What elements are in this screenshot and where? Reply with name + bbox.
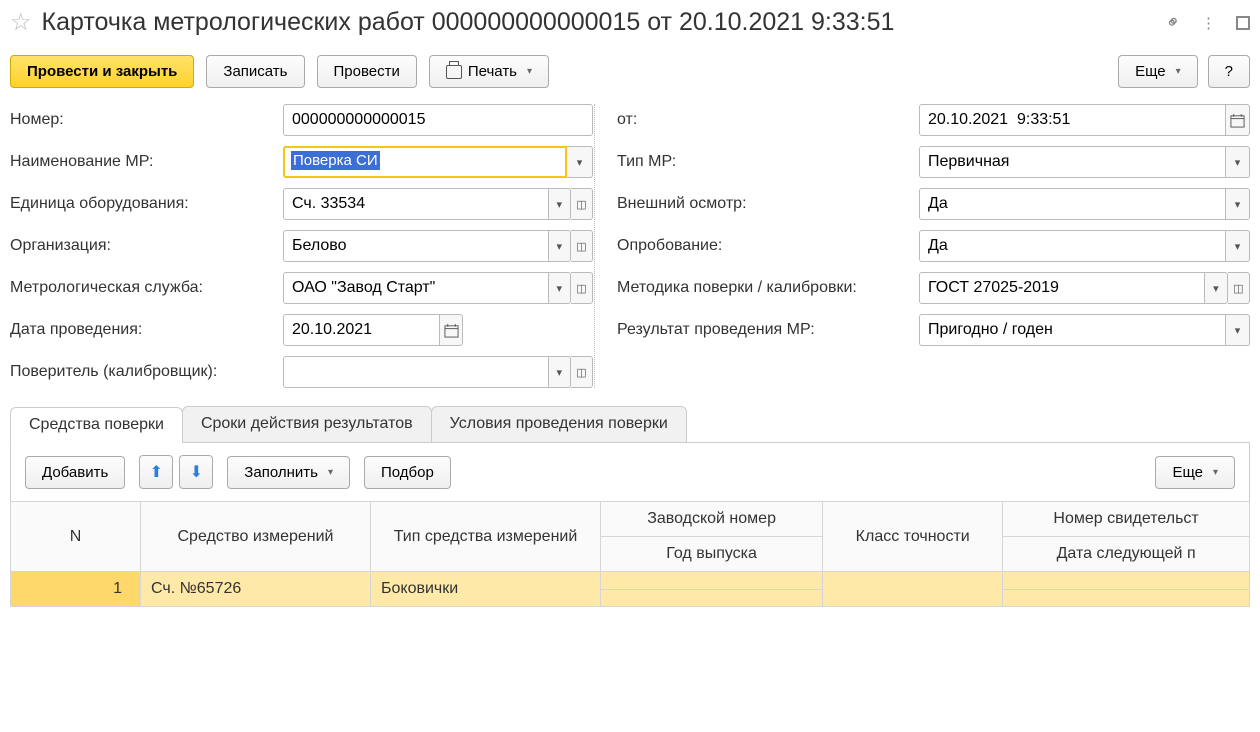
trial-field[interactable]: ▾ [919,230,1250,262]
org-label: Организация: [10,237,275,255]
table-more-button[interactable]: Еще [1155,456,1235,489]
print-button[interactable]: Печать [429,55,549,88]
form-divider [594,104,595,388]
col-serial: Заводской номер [601,502,823,537]
col-n: N [11,502,141,572]
run-date-field[interactable] [283,314,463,346]
window-icon[interactable] [1236,16,1250,30]
col-next: Дата следующей п [1003,537,1250,572]
name-mr-label: Наименование МР: [10,153,275,171]
chevron-down-icon[interactable]: ▾ [1205,272,1227,304]
result-field[interactable]: ▾ [919,314,1250,346]
result-label: Результат проведения МР: [601,321,911,339]
kebab-menu-icon[interactable]: ⋮ [1201,14,1216,32]
service-field[interactable]: ▾◫ [283,272,593,304]
chevron-down-icon[interactable]: ▾ [549,230,571,262]
service-label: Метрологическая служба: [10,279,275,297]
more-button[interactable]: Еще [1118,55,1198,88]
printer-icon [446,65,462,79]
chevron-down-icon[interactable]: ▾ [549,272,571,304]
post-and-close-button[interactable]: Провести и закрыть [10,55,194,88]
open-icon[interactable]: ◫ [1228,272,1250,304]
col-year: Год выпуска [601,537,823,572]
verifier-field[interactable]: ▾◫ [283,356,593,388]
method-label: Методика поверки / калибровки: [601,279,911,297]
means-table[interactable]: N Средство измерений Тип средства измере… [10,501,1250,607]
inspect-label: Внешний осмотр: [601,195,911,213]
fill-button[interactable]: Заполнить [227,456,350,489]
col-cert: Номер свидетельст [1003,502,1250,537]
open-icon[interactable]: ◫ [571,272,593,304]
link-icon[interactable]: ⚭ [1161,10,1187,36]
pick-button[interactable]: Подбор [364,456,451,489]
chevron-down-icon[interactable]: ▾ [1226,314,1250,346]
move-up-button[interactable]: ⬆ [139,455,173,489]
favorite-star-icon[interactable]: ☆ [10,8,32,37]
col-class: Класс точности [823,502,1003,572]
chevron-down-icon[interactable]: ▾ [1226,230,1250,262]
chevron-down-icon[interactable]: ▾ [1226,146,1250,178]
type-mr-label: Тип МР: [601,153,911,171]
move-down-button[interactable]: ⬇ [179,455,213,489]
calendar-icon[interactable] [1226,104,1250,136]
tab-validity[interactable]: Сроки действия результатов [182,406,432,442]
open-icon[interactable]: ◫ [571,188,593,220]
calendar-icon[interactable] [440,314,463,346]
date-from-field[interactable] [919,104,1250,136]
post-button[interactable]: Провести [317,55,417,88]
verifier-label: Поверитель (калибровщик): [10,363,275,381]
open-icon[interactable]: ◫ [571,356,593,388]
tab-means[interactable]: Средства поверки [10,407,183,443]
type-mr-field[interactable]: ▾ [919,146,1250,178]
chevron-down-icon[interactable]: ▾ [1226,188,1250,220]
col-type: Тип средства измерений [371,502,601,572]
help-button[interactable]: ? [1208,55,1250,88]
tab-conditions[interactable]: Условия проведения поверки [431,406,687,442]
number-label: Номер: [10,111,275,129]
name-mr-field[interactable]: Поверка СИ▾ [283,146,593,178]
add-button[interactable]: Добавить [25,456,125,489]
method-field[interactable]: ▾◫ [919,272,1250,304]
chevron-down-icon[interactable]: ▾ [549,188,571,220]
chevron-down-icon[interactable]: ▾ [567,146,593,178]
col-item: Средство измерений [141,502,371,572]
inspect-field[interactable]: ▾ [919,188,1250,220]
chevron-down-icon[interactable]: ▾ [549,356,571,388]
save-button[interactable]: Записать [206,55,304,88]
equip-field[interactable]: ▾◫ [283,188,593,220]
equip-label: Единица оборудования: [10,195,275,213]
table-row[interactable]: 1 Сч. №65726 Боковички [11,572,1250,590]
page-title: Карточка метрологических работ 000000000… [42,8,1156,37]
number-field[interactable] [283,104,593,136]
trial-label: Опробование: [601,237,911,255]
open-icon[interactable]: ◫ [571,230,593,262]
run-date-label: Дата проведения: [10,321,275,339]
org-field[interactable]: ▾◫ [283,230,593,262]
date-from-label: от: [601,111,911,129]
